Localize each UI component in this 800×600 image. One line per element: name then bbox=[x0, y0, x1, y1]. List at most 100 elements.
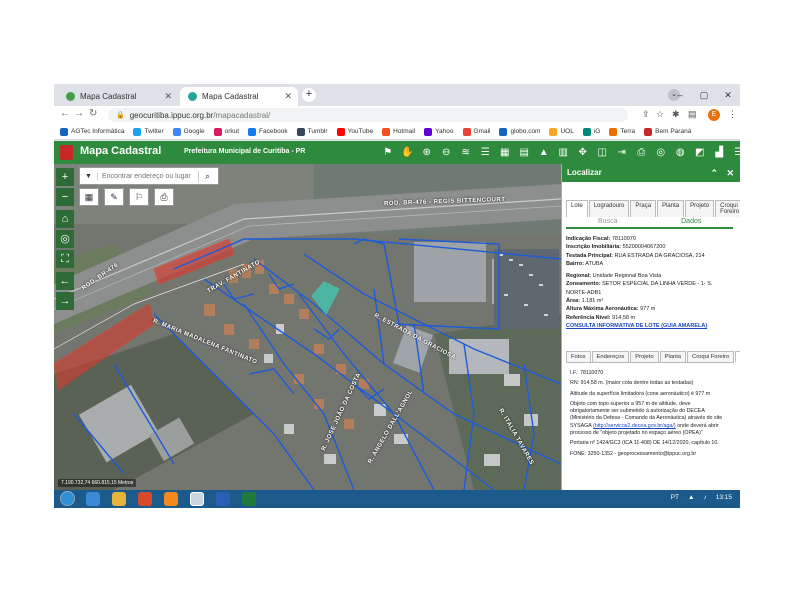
info-row: Testada Principal: RUA ESTRADA DA GRACIO… bbox=[566, 252, 705, 259]
identify-icon[interactable]: ⚑ bbox=[378, 144, 398, 161]
tab-projeto[interactable]: Projeto bbox=[630, 351, 659, 362]
close-icon[interactable]: ✕ bbox=[284, 91, 292, 102]
zoom-out-button[interactable]: − bbox=[56, 188, 74, 206]
new-tab-button[interactable]: + bbox=[302, 88, 316, 102]
close-icon[interactable]: ✕ bbox=[164, 91, 172, 102]
guia-amarela-link[interactable]: CONSULTA INFORMATIVA DE LOTE (GUIA AMARE… bbox=[566, 323, 707, 329]
tab-fotos[interactable]: Fotos bbox=[566, 351, 591, 362]
info-row: Bairro: ATUBA bbox=[566, 260, 604, 267]
url-host: geocuritiba.ippuc.org.br bbox=[129, 110, 214, 120]
bookmark-item[interactable]: Terra bbox=[609, 127, 635, 136]
chevron-down-icon[interactable]: ▼ bbox=[80, 172, 98, 180]
bookmark-item[interactable]: Google bbox=[172, 127, 205, 136]
menu-icon[interactable]: ☰ bbox=[729, 144, 740, 161]
print-icon[interactable]: ⎙ bbox=[632, 144, 652, 161]
layers-icon[interactable]: ≋ bbox=[456, 144, 476, 161]
back-arrow-icon[interactable]: ← bbox=[56, 272, 74, 290]
profile-avatar[interactable]: E bbox=[708, 109, 720, 121]
localizar-panel: Localizar ⌃ ✕ Lote Logradouro Praça Plan… bbox=[561, 164, 740, 490]
volume-icon[interactable]: ♪ bbox=[703, 494, 706, 501]
globe-icon[interactable]: ◍ bbox=[671, 144, 691, 161]
zoom-in-icon[interactable]: ⊕ bbox=[417, 144, 437, 161]
fullscreen-icon[interactable]: ⛶ bbox=[56, 250, 74, 268]
bookmark-item[interactable]: AGTec Informática bbox=[60, 127, 124, 136]
draw-icon[interactable]: ▟ bbox=[710, 144, 730, 161]
bookmark-item[interactable]: Facebook bbox=[248, 127, 288, 136]
maximize-icon[interactable]: ▢ bbox=[692, 84, 716, 106]
collapse-icon[interactable]: ⌃ bbox=[710, 164, 718, 182]
tab-dados[interactable]: Dados bbox=[650, 214, 734, 227]
bookmark-item[interactable]: Twitter bbox=[133, 127, 164, 136]
bookmark-favicon-icon bbox=[248, 127, 257, 136]
back-arrow-icon[interactable]: ← bbox=[60, 108, 70, 119]
identify-icon[interactable]: ⚐ bbox=[129, 188, 149, 206]
pan-hand-icon[interactable]: ✋ bbox=[398, 144, 418, 161]
target-icon[interactable]: ◎ bbox=[651, 144, 671, 161]
excel-icon[interactable] bbox=[242, 492, 256, 506]
address-bar[interactable]: 🔒 geocuritiba.ippuc.org.br/mapacadastral… bbox=[108, 108, 628, 122]
grid-icon[interactable]: ▦ bbox=[495, 144, 515, 161]
bookmark-item[interactable]: orkut bbox=[213, 127, 239, 136]
close-icon[interactable]: ✕ bbox=[726, 164, 734, 182]
forward-arrow-icon[interactable]: → bbox=[56, 292, 74, 310]
reload-icon[interactable]: ↻ bbox=[89, 108, 97, 119]
clock[interactable]: 13:15 bbox=[716, 494, 732, 501]
word-icon[interactable] bbox=[216, 492, 230, 506]
star-icon[interactable]: ☆ bbox=[656, 109, 664, 120]
bookmark-item[interactable]: Hotmail bbox=[382, 127, 415, 136]
bookmark-item[interactable]: iG bbox=[582, 127, 600, 136]
curitiba-logo-icon bbox=[60, 145, 73, 160]
ie-icon[interactable] bbox=[86, 492, 100, 506]
tab-enderecos[interactable]: Endereços bbox=[591, 351, 630, 362]
measure-icon[interactable]: ◩ bbox=[690, 144, 710, 161]
move-icon[interactable]: ✥ bbox=[573, 144, 593, 161]
search-icon[interactable]: ⌕ bbox=[198, 170, 216, 182]
table-icon[interactable]: ▤ bbox=[515, 144, 535, 161]
browser-tab[interactable]: Mapa Cadastral ✕ bbox=[58, 87, 178, 106]
forward-arrow-icon[interactable]: → bbox=[74, 108, 84, 119]
search-input[interactable] bbox=[98, 172, 198, 180]
extensions-icon[interactable]: ✱ bbox=[672, 109, 680, 120]
bookmark-item[interactable]: Yahoo bbox=[424, 127, 454, 136]
home-icon[interactable]: ⌂ bbox=[56, 210, 74, 228]
split-icon[interactable]: ◫ bbox=[593, 144, 613, 161]
browser-tab-active[interactable]: Mapa Cadastral ✕ bbox=[180, 87, 298, 106]
app-icon[interactable] bbox=[164, 492, 178, 506]
map-view[interactable]: ROD. BR-476 - REGIS BITTENCOURT ROD. BR-… bbox=[54, 164, 561, 490]
education-icon[interactable]: ▲ bbox=[534, 144, 554, 161]
pencil-icon[interactable]: ✎ bbox=[104, 188, 124, 206]
bookmark-favicon-icon bbox=[382, 127, 391, 136]
share-icon[interactable]: ⇪ bbox=[642, 109, 650, 120]
start-button[interactable] bbox=[60, 491, 75, 506]
menu-dots-icon[interactable]: ⋮ bbox=[728, 109, 737, 120]
basemap-icon[interactable]: ▦ bbox=[79, 188, 99, 206]
minimize-icon[interactable]: – bbox=[668, 84, 692, 106]
zoom-out-icon[interactable]: ⊖ bbox=[437, 144, 457, 161]
tab-rn[interactable]: RN bbox=[735, 351, 740, 362]
chrome-icon[interactable] bbox=[190, 492, 204, 506]
close-window-icon[interactable]: ✕ bbox=[716, 84, 740, 106]
media-player-icon[interactable] bbox=[138, 492, 152, 506]
bookmark-item[interactable]: Tumblr bbox=[296, 127, 328, 136]
bookmark-item[interactable]: YouTube bbox=[336, 127, 373, 136]
language-indicator[interactable]: PT bbox=[671, 494, 679, 501]
url-path: /mapacadastral/ bbox=[213, 110, 271, 120]
export-icon[interactable]: ⇥ bbox=[612, 144, 632, 161]
tab-busca[interactable]: Busca bbox=[566, 214, 650, 227]
zoom-in-button[interactable]: + bbox=[56, 168, 74, 186]
bookmark-item[interactable]: Gmail bbox=[462, 127, 490, 136]
building-icon[interactable]: ▥ bbox=[554, 144, 574, 161]
bookmark-item[interactable]: globo.com bbox=[499, 127, 540, 136]
sysaga-link[interactable]: (http://servicos2.decea.gov.br/aga/) bbox=[593, 423, 676, 429]
network-icon[interactable]: ▲ bbox=[688, 494, 694, 501]
tab-planta[interactable]: Planta bbox=[659, 351, 687, 362]
folder-icon[interactable] bbox=[112, 492, 126, 506]
tab-croqui-foreiro[interactable]: Croqui Foreiro bbox=[687, 351, 735, 362]
legend-list-icon[interactable]: ☰ bbox=[476, 144, 496, 161]
bookmark-item[interactable]: Bem Paraná bbox=[644, 127, 691, 136]
locate-icon[interactable]: ◎ bbox=[56, 230, 74, 248]
print-icon[interactable]: ⎙ bbox=[154, 188, 174, 206]
bookmark-favicon-icon bbox=[609, 127, 618, 136]
bookmark-item[interactable]: UOL bbox=[549, 127, 574, 136]
sidepanel-icon[interactable]: ▤ bbox=[688, 109, 697, 120]
